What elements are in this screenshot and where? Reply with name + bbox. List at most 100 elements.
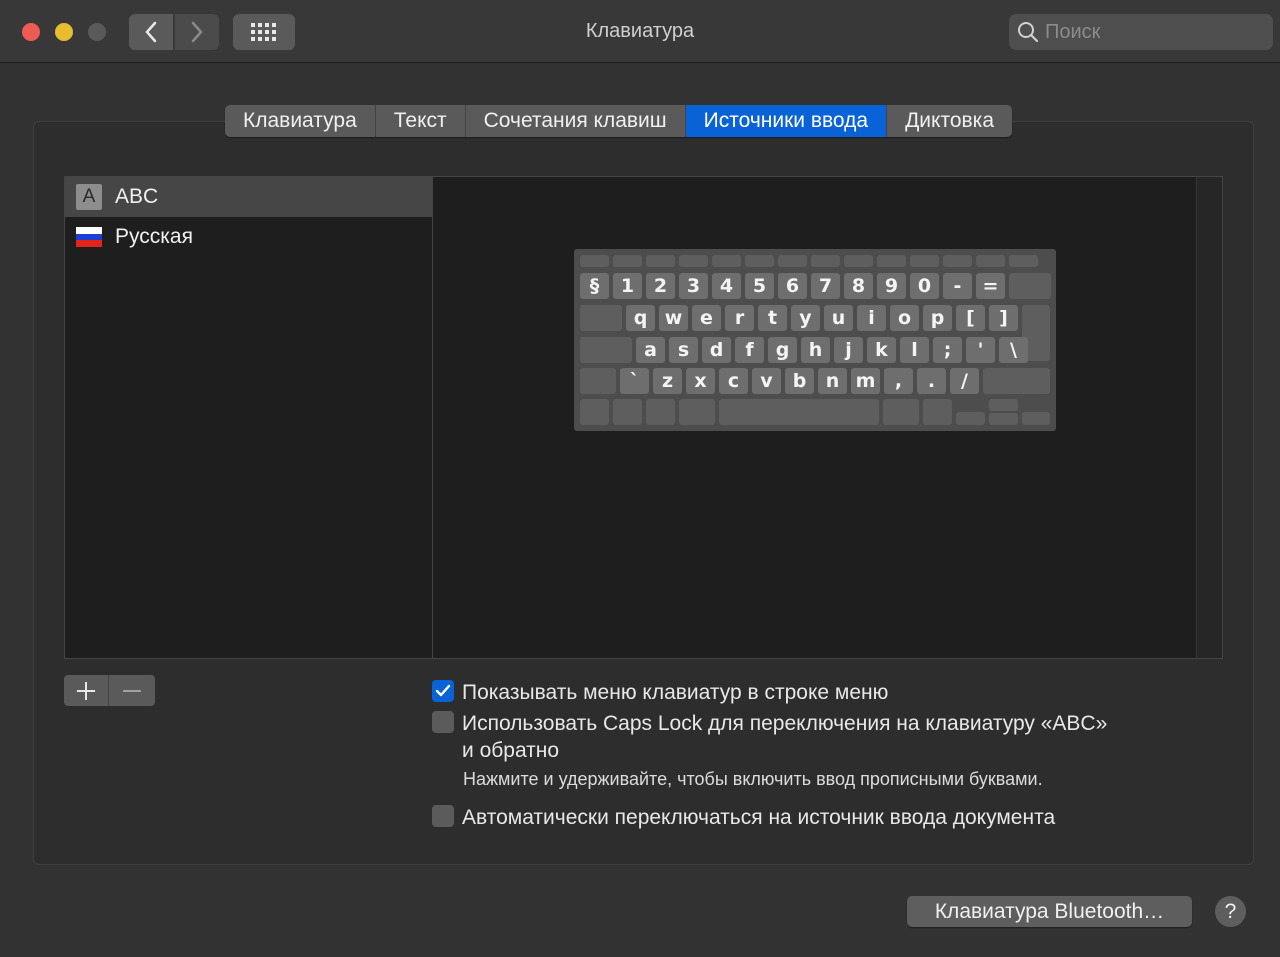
- key-r: r: [725, 305, 754, 331]
- arrow-left-key: [956, 412, 985, 425]
- function-key: [679, 255, 708, 267]
- key-3: 3: [679, 273, 708, 299]
- auto-switch-checkbox[interactable]: [432, 805, 454, 827]
- key-7: m: [851, 368, 880, 394]
- key-y: y: [791, 305, 820, 331]
- control-key: [613, 399, 642, 425]
- show-menu-option[interactable]: Показывать меню клавиатур в строке меню: [432, 679, 888, 706]
- arrow-down-key: [989, 413, 1018, 425]
- key-6: j: [834, 337, 863, 363]
- list-item-label: ABC: [115, 185, 159, 208]
- add-remove-control: [64, 675, 155, 706]
- tab-shortcuts[interactable]: Сочетания клавиш: [466, 105, 686, 137]
- caps-lock-label-line1: Использовать Caps Lock для переключения …: [462, 712, 1108, 735]
- key-u: u: [824, 305, 853, 331]
- key-[: [: [956, 305, 985, 331]
- function-key: [613, 255, 642, 267]
- search-icon: [1018, 22, 1039, 43]
- function-key: [712, 255, 741, 267]
- caps-lock-checkbox[interactable]: [432, 711, 454, 733]
- tab-bar: Клавиатура Текст Сочетания клавиш Источн…: [225, 105, 1012, 137]
- key-7: k: [867, 337, 896, 363]
- tab-keyboard[interactable]: Клавиатура: [225, 105, 376, 137]
- key-1: z: [653, 368, 682, 394]
- key-9: 9: [877, 273, 906, 299]
- search-field[interactable]: [1009, 14, 1273, 50]
- key-4: 4: [712, 273, 741, 299]
- show-menu-checkbox[interactable]: [432, 680, 454, 702]
- tab-text[interactable]: Текст: [376, 105, 466, 137]
- key-8: ,: [884, 368, 913, 394]
- key-3: f: [735, 337, 764, 363]
- caps-lock-label-line2: и обратно: [462, 739, 560, 762]
- arrow-right-key: [1022, 412, 1050, 425]
- keyboard-layout-preview: § 1 2 3 4 5 6 7 8 9 0- = q w e r t y u i o p[] a s d f g h j k l; ' \ ` z x…: [574, 249, 1056, 431]
- minus-icon: [122, 689, 141, 692]
- key-4: v: [752, 368, 781, 394]
- function-key: [943, 255, 972, 267]
- key-8: 8: [844, 273, 873, 299]
- fn-key: [580, 399, 609, 425]
- key-5: h: [801, 337, 830, 363]
- key-0: §: [580, 273, 609, 299]
- key-12: =: [976, 273, 1005, 299]
- bluetooth-keyboard-button[interactable]: Клавиатура Bluetooth…: [907, 896, 1192, 927]
- title-bar: Клавиатура: [0, 0, 1280, 63]
- russia-flag-icon: [76, 227, 102, 248]
- key-10: /: [950, 368, 979, 394]
- key-10: ': [966, 337, 995, 363]
- key-2: 2: [646, 273, 675, 299]
- delete-key: [1009, 273, 1051, 299]
- key-5: 5: [745, 273, 774, 299]
- key-w: w: [659, 305, 688, 331]
- key-2: x: [686, 368, 715, 394]
- tab-input-sources[interactable]: Источники ввода: [685, 105, 888, 137]
- list-item-abc[interactable]: A ABC: [65, 177, 432, 217]
- search-input[interactable]: [1045, 20, 1265, 44]
- list-item-russian[interactable]: Русская: [65, 217, 432, 257]
- auto-switch-option[interactable]: Автоматически переключаться на источник …: [432, 804, 1055, 831]
- key-11: -: [943, 273, 972, 299]
- help-button[interactable]: ?: [1215, 896, 1246, 927]
- key-7: 7: [811, 273, 840, 299]
- key-1: 1: [613, 273, 642, 299]
- abc-layout-icon: A: [76, 184, 102, 210]
- function-key: [580, 255, 609, 267]
- remove-button[interactable]: [109, 675, 154, 706]
- add-button[interactable]: [64, 675, 109, 706]
- left-shift-key: [580, 368, 616, 394]
- key-t: t: [758, 305, 787, 331]
- key-8: l: [900, 337, 929, 363]
- key-o: o: [890, 305, 919, 331]
- tab-dictation[interactable]: Диктовка: [887, 105, 1012, 137]
- checkmark-icon: [435, 684, 451, 697]
- function-key: [976, 255, 1005, 267]
- key-3: c: [719, 368, 748, 394]
- key-9: .: [917, 368, 946, 394]
- function-key: [844, 255, 873, 267]
- space-key: [719, 399, 879, 425]
- caps-lock-hint: Нажмите и удерживайте, чтобы включить вв…: [463, 769, 1043, 789]
- command-key: [679, 399, 715, 425]
- tab-key: [580, 305, 622, 331]
- key-2: d: [702, 337, 731, 363]
- show-menu-label: Показывать меню клавиатур в строке меню: [462, 681, 889, 704]
- auto-switch-label: Автоматически переключаться на источник …: [462, 806, 1056, 829]
- caps-lock-key: [580, 337, 632, 363]
- key-]: ]: [989, 305, 1018, 331]
- key-1: s: [669, 337, 698, 363]
- key-11: \: [999, 337, 1028, 363]
- key-9: ;: [933, 337, 962, 363]
- key-i: i: [857, 305, 886, 331]
- key-p: p: [923, 305, 952, 331]
- input-source-list[interactable]: A ABC Русская: [64, 176, 433, 659]
- plus-icon: [77, 681, 95, 700]
- caps-lock-option[interactable]: Использовать Caps Lock для переключения …: [432, 710, 1107, 764]
- function-key: [646, 255, 675, 267]
- function-key: [910, 255, 939, 267]
- caps-lock-label: Использовать Caps Lock для переключения …: [462, 710, 1107, 764]
- key-5: b: [785, 368, 814, 394]
- list-item-label: Русская: [115, 225, 193, 248]
- preview-scrollbar[interactable]: [1196, 177, 1222, 658]
- key-6: 6: [778, 273, 807, 299]
